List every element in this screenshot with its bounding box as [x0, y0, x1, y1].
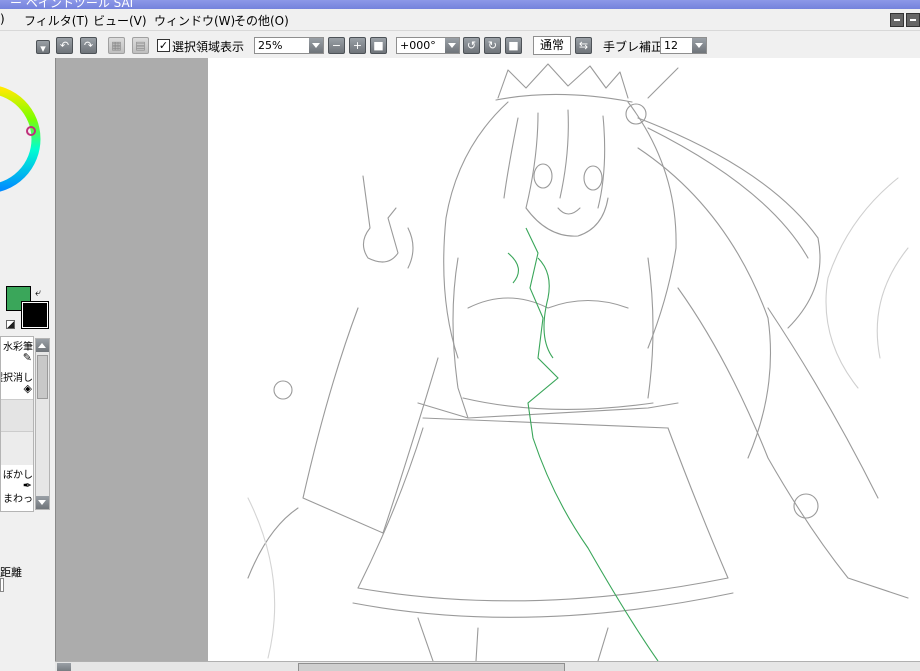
brush-icon: ✎	[22, 351, 32, 364]
rotation-value: +000°	[400, 39, 436, 52]
selection-view-checkbox[interactable]: ✓	[157, 39, 170, 52]
distance-input[interactable]	[0, 578, 4, 592]
menu-item-window[interactable]: ウィンドウ(W)	[154, 12, 235, 29]
left-panel: ⤶ 水彩筆 ✎ 選択消し ◈ ぼかし ✒ まわっ	[0, 58, 55, 671]
scrollbar-thumb[interactable]	[37, 355, 48, 399]
blend-mode-button[interactable]: 通常	[533, 36, 572, 55]
zoom-select[interactable]: 25%	[254, 37, 324, 54]
menu-item-other[interactable]: その他(O)	[234, 12, 289, 29]
sub-color-swatch[interactable]	[21, 301, 49, 329]
chevron-down-icon	[692, 38, 706, 53]
stabilizer-select[interactable]: 12	[660, 37, 707, 54]
menu-bar: ) フィルタ(T) ビュー(V) ウィンドウ(W) その他(O)	[0, 9, 920, 31]
tool-label: まわっ	[3, 494, 33, 505]
toolbar: ▾ ↶ ↷ ▦ ▤ ✓ 選択領域表示 25% − + ■ +000° ↺ ↻ ■…	[0, 32, 920, 58]
rotate-right-button[interactable]: ↻	[484, 37, 501, 54]
zoom-in-button[interactable]: +	[349, 37, 366, 54]
stabilizer-label: 手ブレ補正	[603, 40, 664, 54]
rotation-reset-button[interactable]: ■	[505, 37, 522, 54]
rotate-left-button[interactable]: ↺	[463, 37, 480, 54]
window-title: ー ペイントツール SAI	[10, 0, 134, 9]
title-bar: ー ペイントツール SAI	[0, 0, 920, 9]
selection-view-label: 選択領域表示	[172, 40, 245, 54]
stabilizer-value: 12	[664, 39, 678, 52]
app-window: ー ペイントツール SAI ) フィルタ(T) ビュー(V) ウィンドウ(W) …	[0, 0, 920, 671]
lineart-canvas[interactable]	[208, 58, 920, 661]
tool-palette: 水彩筆 ✎ 選択消し ◈ ぼかし ✒ まわっ	[0, 336, 34, 512]
toolbar-menu-dropdown[interactable]: ▾	[36, 40, 50, 55]
tool-palette-scrollbar[interactable]	[35, 338, 50, 510]
selection-invert-button[interactable]: ▤	[132, 37, 149, 54]
tool-slot-empty[interactable]	[1, 399, 33, 431]
chevron-down-icon	[445, 38, 459, 53]
zoom-reset-button[interactable]: ■	[370, 37, 387, 54]
tool-slot-empty[interactable]	[1, 431, 33, 465]
scrollbar-thumb[interactable]	[298, 663, 565, 671]
canvas-viewport[interactable]	[55, 58, 920, 661]
tool-watercolor[interactable]: 水彩筆 ✎	[1, 337, 33, 367]
zoom-out-button[interactable]: −	[328, 37, 345, 54]
rotation-select[interactable]: +000°	[396, 37, 460, 54]
scroll-left-button[interactable]	[57, 663, 71, 671]
flip-horizontal-button[interactable]: ⇆	[575, 37, 592, 54]
scroll-down-button[interactable]	[36, 496, 49, 509]
swap-colors-icon[interactable]: ⤶	[35, 286, 41, 300]
tool-other[interactable]: まわっ	[1, 489, 33, 511]
menu-item-prev[interactable]: )	[0, 12, 5, 26]
zoom-value: 25%	[258, 39, 283, 52]
menu-item-view[interactable]: ビュー(V)	[93, 12, 147, 29]
chevron-down-icon	[309, 38, 323, 53]
deselect-button[interactable]: ▦	[108, 37, 125, 54]
tool-select-eraser[interactable]: 選択消し ◈	[1, 368, 33, 398]
redo-button[interactable]: ↷	[80, 37, 97, 54]
reset-colors-icon[interactable]	[6, 320, 15, 329]
horizontal-scrollbar[interactable]	[55, 661, 920, 671]
undo-button[interactable]: ↶	[56, 37, 73, 54]
scroll-up-button[interactable]	[36, 339, 49, 352]
color-wheel[interactable]	[0, 64, 42, 214]
menu-item-filter[interactable]: フィルタ(T)	[24, 12, 88, 29]
eraser-icon: ◈	[23, 382, 32, 395]
restore-button[interactable]	[906, 13, 920, 27]
outside-canvas-area	[56, 58, 208, 661]
minimize-button[interactable]	[890, 13, 904, 27]
